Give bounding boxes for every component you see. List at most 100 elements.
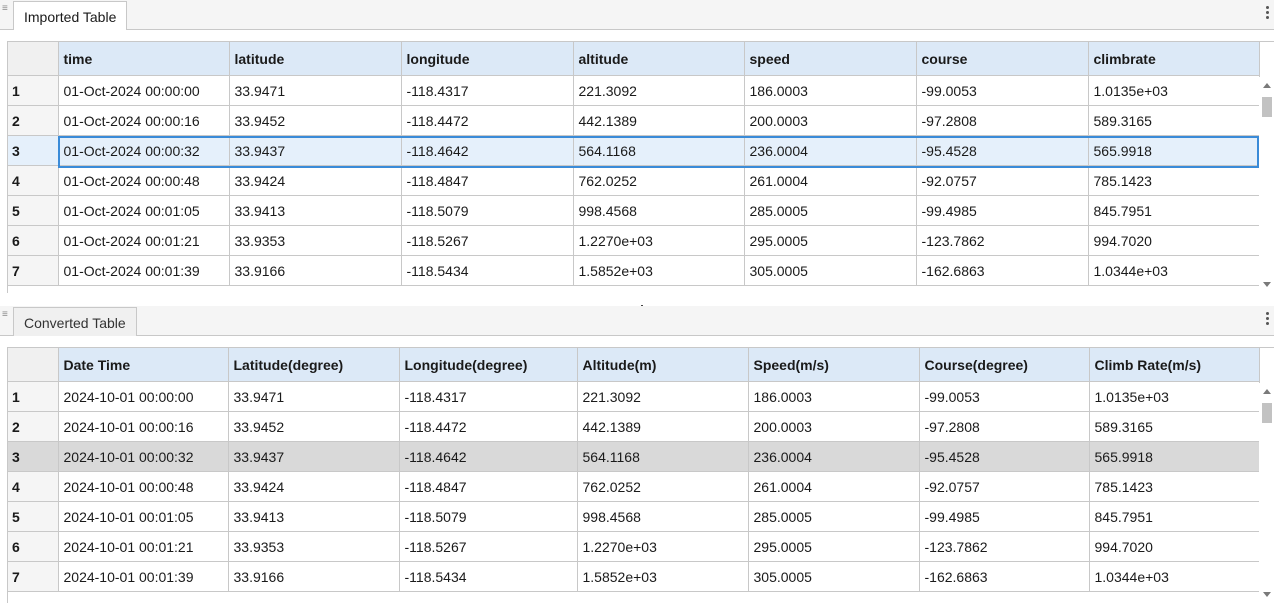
table-cell[interactable]: 261.0004 [744,165,917,196]
table-cell[interactable]: 33.9471 [229,75,402,106]
column-header[interactable]: speed [744,42,917,76]
table-cell[interactable]: 33.9452 [229,105,402,136]
table-cell[interactable]: 565.9918 [1089,441,1260,472]
table-row[interactable]: 4 2024-10-01 00:00:48 33.9424 -118.4847 762.… [8,471,1260,502]
table-cell[interactable]: 33.9452 [228,411,400,442]
table-cell[interactable]: 33.9471 [228,381,400,412]
scroll-down-icon[interactable] [1263,592,1271,597]
table-cell[interactable]: 1.5852e+03 [573,255,745,286]
row-number[interactable]: 5 [8,195,59,226]
table-cell[interactable]: -118.4472 [401,105,574,136]
table-cell[interactable]: -118.4847 [399,471,578,502]
table-cell[interactable]: 1.2270e+03 [573,225,745,256]
column-header[interactable]: Longitude(degree) [399,348,578,382]
table-cell[interactable]: 442.1389 [573,105,745,136]
converted-table-grid[interactable]: Date Time Latitude(degree) Longitude(degre… [7,347,1274,603]
column-header[interactable]: altitude [573,42,745,76]
row-number[interactable]: 4 [8,165,59,196]
table-cell[interactable]: 785.1423 [1089,471,1260,502]
table-cell[interactable]: 762.0252 [577,471,749,502]
table-cell[interactable]: 998.4568 [573,195,745,226]
column-header[interactable]: Date Time [58,348,229,382]
table-cell[interactable]: -162.6863 [919,561,1090,592]
table-cell[interactable]: -118.5079 [401,195,574,226]
table-row[interactable]: 2 01-Oct-2024 00:00:16 33.9452 -118.4472 442… [8,105,1260,136]
table-cell[interactable]: 994.7020 [1088,225,1260,256]
table-cell[interactable]: 2024-10-01 00:00:16 [58,411,229,442]
table-cell[interactable]: 01-Oct-2024 00:00:48 [58,165,230,196]
corner-cell[interactable] [8,348,59,382]
column-header[interactable]: climbrate [1088,42,1260,76]
table-cell[interactable]: 200.0003 [748,411,920,442]
table-cell[interactable]: 285.0005 [744,195,917,226]
table-cell[interactable]: 295.0005 [744,225,917,256]
column-header[interactable]: latitude [229,42,402,76]
table-row[interactable]: 1 2024-10-01 00:00:00 33.9471 -118.4317 221.… [8,381,1260,412]
table-row[interactable]: 2 2024-10-01 00:00:16 33.9452 -118.4472 442.… [8,411,1260,442]
table-cell[interactable]: -123.7862 [919,531,1090,562]
table-cell[interactable]: 1.0344e+03 [1089,561,1260,592]
table-cell[interactable]: 2024-10-01 00:00:00 [58,381,229,412]
table-cell[interactable]: 994.7020 [1089,531,1260,562]
column-header[interactable]: Climb Rate(m/s) [1089,348,1260,382]
table-cell[interactable]: 1.5852e+03 [577,561,749,592]
row-number[interactable]: 7 [8,255,59,286]
table-cell[interactable]: 1.2270e+03 [577,531,749,562]
table-cell[interactable]: 564.1168 [577,441,749,472]
scroll-up-icon[interactable] [1263,389,1271,394]
table-cell[interactable]: 998.4568 [577,501,749,532]
table-cell[interactable]: 236.0004 [748,441,920,472]
table-cell[interactable]: -118.5267 [399,531,578,562]
table-cell[interactable]: -99.4985 [919,501,1090,532]
row-number[interactable]: 5 [8,501,59,532]
grip-icon[interactable]: ≡ [2,4,8,19]
table-cell[interactable]: 33.9424 [229,165,402,196]
table-cell[interactable]: -95.4528 [916,135,1089,166]
table-cell[interactable]: 186.0003 [748,381,920,412]
table-cell[interactable]: 305.0005 [748,561,920,592]
table-cell[interactable]: 221.3092 [577,381,749,412]
table-cell[interactable]: -118.4317 [401,75,574,106]
table-cell[interactable]: 33.9413 [229,195,402,226]
table-cell[interactable]: 785.1423 [1088,165,1260,196]
table-row[interactable]: 7 01-Oct-2024 00:01:39 33.9166 -118.5434 1.5… [8,255,1260,286]
table-cell[interactable]: 845.7951 [1088,195,1260,226]
table-cell[interactable]: 33.9353 [229,225,402,256]
table-row[interactable]: 3 01-Oct-2024 00:00:32 33.9437 -118.4642 564… [8,135,1260,166]
table-cell[interactable]: -95.4528 [919,441,1090,472]
table-cell[interactable]: 845.7951 [1089,501,1260,532]
row-number[interactable]: 6 [8,531,59,562]
scroll-up-icon[interactable] [1263,83,1271,88]
table-cell[interactable]: 589.3165 [1089,411,1260,442]
table-cell[interactable]: 285.0005 [748,501,920,532]
table-cell[interactable]: -118.5267 [401,225,574,256]
table-cell[interactable]: 01-Oct-2024 00:00:00 [58,75,230,106]
table-cell[interactable]: 589.3165 [1088,105,1260,136]
column-header[interactable]: Speed(m/s) [748,348,920,382]
table-cell[interactable]: -118.4317 [399,381,578,412]
table-row[interactable]: 1 01-Oct-2024 00:00:00 33.9471 -118.4317 221… [8,75,1260,106]
column-header[interactable]: Course(degree) [919,348,1090,382]
row-number[interactable]: 4 [8,471,59,502]
table-cell[interactable]: 565.9918 [1088,135,1260,166]
grip-icon[interactable]: ≡ [2,310,8,325]
column-header[interactable]: Altitude(m) [577,348,749,382]
column-header[interactable]: Latitude(degree) [228,348,400,382]
table-cell[interactable]: 33.9437 [229,135,402,166]
table-row[interactable]: 4 01-Oct-2024 00:00:48 33.9424 -118.4847 762… [8,165,1260,196]
table-cell[interactable]: -97.2808 [916,105,1089,136]
vertical-scrollbar[interactable] [1259,383,1274,603]
table-cell[interactable]: 33.9353 [228,531,400,562]
column-header[interactable]: course [916,42,1089,76]
table-cell[interactable]: 01-Oct-2024 00:01:05 [58,195,230,226]
table-cell[interactable]: 01-Oct-2024 00:01:39 [58,255,230,286]
table-row[interactable]: 3 2024-10-01 00:00:32 33.9437 -118.4642 564.… [8,441,1260,472]
table-cell[interactable]: 1.0135e+03 [1088,75,1260,106]
table-cell[interactable]: -118.4642 [399,441,578,472]
table-row[interactable]: 5 01-Oct-2024 00:01:05 33.9413 -118.5079 998… [8,195,1260,226]
table-cell[interactable]: 186.0003 [744,75,917,106]
table-cell[interactable]: 2024-10-01 00:00:48 [58,471,229,502]
row-number[interactable]: 1 [8,75,59,106]
table-cell[interactable]: 2024-10-01 00:01:05 [58,501,229,532]
corner-cell[interactable] [8,42,59,76]
